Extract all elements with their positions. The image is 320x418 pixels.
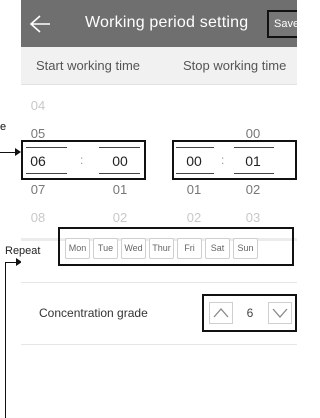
start-hour-divider-top bbox=[26, 147, 67, 148]
chevron-down-icon bbox=[272, 308, 288, 318]
repeat-label: Repeat bbox=[5, 245, 41, 257]
back-arrow-icon[interactable] bbox=[29, 14, 51, 34]
start-hour-option[interactable]: 07 bbox=[25, 182, 51, 197]
time-picker-area: 04 05 07 08 01 02 06 : 00 01 02 00 02 03… bbox=[21, 85, 297, 238]
stop-time-colon: : bbox=[221, 153, 225, 167]
day-toggle-wed[interactable]: Wed bbox=[121, 238, 146, 259]
callout-line-left bbox=[0, 152, 15, 153]
start-time-colon: : bbox=[80, 153, 84, 167]
phone-screen: Working period setting Save Start workin… bbox=[21, 0, 297, 418]
concentration-stepper: 6 bbox=[202, 294, 297, 332]
callout-label: e bbox=[0, 121, 7, 133]
start-time-header: Start working time bbox=[36, 58, 141, 73]
day-toggle-fri[interactable]: Fri bbox=[177, 238, 202, 259]
repeat-days-group: Mon Tue Wed Thur Fri Sat Sun bbox=[58, 227, 294, 266]
start-hour-option[interactable]: 08 bbox=[25, 210, 51, 225]
day-toggle-sun[interactable]: Sun bbox=[233, 238, 258, 259]
stop-time-header: Stop working time bbox=[183, 58, 287, 73]
start-minute-divider-top bbox=[99, 147, 140, 148]
stop-hour-divider-bottom bbox=[176, 173, 214, 174]
row-divider bbox=[21, 282, 297, 283]
stop-minute-divider-bottom bbox=[234, 173, 274, 174]
stop-hour-divider-top bbox=[176, 147, 214, 148]
save-button[interactable]: Save bbox=[267, 10, 297, 38]
start-hour-divider-bottom bbox=[26, 173, 67, 174]
title-bar: Working period setting Save bbox=[21, 0, 297, 47]
callout-line-vertical bbox=[5, 262, 6, 418]
day-toggle-sat[interactable]: Sat bbox=[205, 238, 230, 259]
day-toggle-thur[interactable]: Thur bbox=[149, 238, 174, 259]
increase-button[interactable] bbox=[209, 302, 233, 324]
row-divider bbox=[21, 344, 297, 345]
stop-minute-option[interactable]: 02 bbox=[240, 182, 266, 197]
concentration-value: 6 bbox=[246, 306, 254, 320]
chevron-up-icon bbox=[213, 308, 229, 318]
day-toggle-mon[interactable]: Mon bbox=[65, 238, 90, 259]
start-hour-selected[interactable]: 06 bbox=[25, 153, 51, 169]
start-minute-option[interactable]: 02 bbox=[107, 210, 133, 225]
column-headers: Start working time Stop working time bbox=[21, 47, 297, 85]
decrease-button[interactable] bbox=[268, 302, 292, 324]
day-toggle-tue[interactable]: Tue bbox=[93, 238, 118, 259]
stop-hour-option[interactable]: 02 bbox=[181, 210, 207, 225]
stop-minute-divider-top bbox=[234, 147, 274, 148]
stop-hour-option[interactable]: 01 bbox=[181, 182, 207, 197]
start-minute-divider-bottom bbox=[99, 173, 140, 174]
start-hour-option[interactable]: 05 bbox=[25, 126, 51, 141]
start-minute-option[interactable]: 01 bbox=[107, 182, 133, 197]
stop-minute-option[interactable]: 00 bbox=[240, 126, 266, 141]
stop-minute-option[interactable]: 03 bbox=[240, 210, 266, 225]
stop-minute-selected[interactable]: 01 bbox=[240, 153, 266, 169]
concentration-label: Concentration grade bbox=[39, 306, 148, 320]
start-minute-selected[interactable]: 00 bbox=[107, 153, 133, 169]
start-hour-option[interactable]: 04 bbox=[25, 98, 51, 113]
page-title: Working period setting bbox=[85, 14, 249, 31]
stop-hour-selected[interactable]: 00 bbox=[181, 153, 207, 169]
